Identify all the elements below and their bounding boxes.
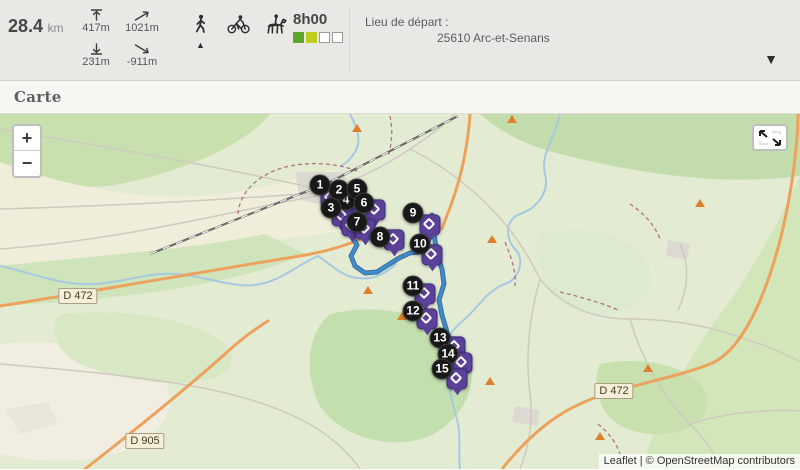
max-altitude-stat: 417m	[74, 8, 118, 42]
difficulty-square-3	[319, 32, 330, 43]
cycling-icon	[227, 15, 250, 34]
expand-arrows-icon	[757, 129, 783, 147]
road-shield: D 905	[125, 433, 164, 449]
difficulty-square-4	[332, 32, 343, 43]
map-section-header[interactable]: Carte	[0, 81, 800, 114]
route-page: 28.4 km 417m 1021m 231m	[0, 0, 800, 470]
photo-pin-icon	[423, 218, 436, 231]
difficulty-indicator	[293, 32, 343, 43]
waypoint-marker-8[interactable]: 8	[370, 227, 391, 248]
map-canvas[interactable]: + − Leaflet | © OpenStreetMap contributo…	[0, 114, 800, 469]
fullscreen-button[interactable]	[752, 124, 788, 151]
elevation-gain-icon	[134, 8, 151, 22]
waypoint-marker-11[interactable]: 11	[403, 276, 424, 297]
start-location-value: 25610 Arc-et-Senans	[437, 31, 550, 45]
header-divider	[349, 6, 350, 72]
min-altitude-value: 231m	[82, 56, 110, 68]
activity-horse-riding-button[interactable]	[262, 12, 288, 36]
map-section-title: Carte	[0, 81, 800, 114]
elevation-loss-icon	[134, 42, 151, 56]
route-summary-header: 28.4 km 417m 1021m 231m	[0, 0, 800, 81]
waypoint-marker-9[interactable]: 9	[403, 203, 424, 224]
zoom-in-button[interactable]: +	[14, 126, 40, 151]
activity-selector	[188, 12, 288, 36]
zoom-out-button[interactable]: −	[14, 151, 40, 176]
elevation-gain-stat: 1021m	[118, 8, 166, 42]
elevation-gain-value: 1021m	[125, 22, 159, 34]
photo-pin-icon	[450, 372, 463, 385]
road-shield: D 472	[58, 288, 97, 304]
start-location-label: Lieu de départ :	[365, 15, 550, 29]
duration-value: 8h00	[293, 11, 343, 28]
zoom-control: + −	[12, 124, 42, 178]
elevation-stats: 417m 1021m 231m -911m	[74, 8, 166, 76]
waypoint-marker-12[interactable]: 12	[403, 301, 424, 322]
waypoint-marker-10[interactable]: 10	[410, 234, 431, 255]
max-altitude-value: 417m	[82, 22, 110, 34]
waypoint-marker-1[interactable]: 1	[310, 175, 331, 196]
activity-cycling-button[interactable]	[225, 12, 251, 36]
walking-icon	[192, 14, 210, 35]
horse-riding-icon	[263, 14, 288, 35]
elevation-loss-value: -911m	[127, 56, 157, 68]
duration-block: 8h00	[293, 11, 343, 43]
difficulty-square-1	[293, 32, 304, 43]
start-location: Lieu de départ : 25610 Arc-et-Senans	[365, 15, 550, 45]
activity-walking-button[interactable]	[188, 12, 214, 36]
map-attribution[interactable]: Leaflet | © OpenStreetMap contributors	[599, 454, 800, 469]
map-tiles	[0, 114, 800, 469]
min-altitude-icon	[89, 42, 104, 56]
waypoint-marker-7[interactable]: 7	[347, 212, 368, 233]
waypoint-marker-3[interactable]: 3	[321, 198, 342, 219]
waypoint-marker-15[interactable]: 15	[432, 359, 453, 380]
collapse-panel-button[interactable]: ▼	[764, 52, 778, 66]
photo-waypoint-pin-8[interactable]	[420, 214, 441, 235]
distance-unit: km	[48, 21, 64, 35]
selected-activity-marker: ▲	[196, 40, 205, 50]
distance-value: 28.4	[8, 16, 43, 36]
elevation-loss-stat: -911m	[118, 42, 166, 76]
road-shield: D 472	[594, 383, 633, 399]
max-altitude-icon	[89, 8, 104, 22]
min-altitude-stat: 231m	[74, 42, 118, 76]
distance: 28.4 km	[8, 16, 64, 37]
waypoint-marker-6[interactable]: 6	[354, 193, 375, 214]
difficulty-square-2	[306, 32, 317, 43]
